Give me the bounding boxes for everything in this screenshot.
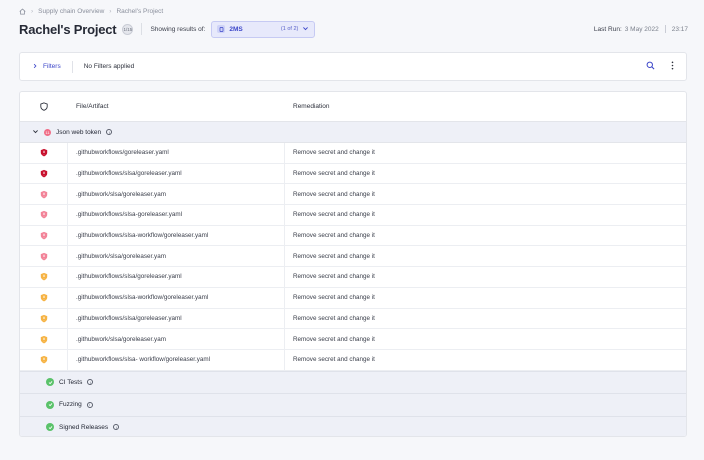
severity-shield-icon bbox=[20, 267, 68, 287]
filters-label: Filters bbox=[43, 63, 61, 70]
remediation-cell: Remove secret and change it bbox=[293, 314, 375, 322]
group-label: Signed Releases bbox=[59, 423, 109, 431]
remediation-cell: Remove secret and change it bbox=[293, 149, 375, 157]
filters-button[interactable]: Filters bbox=[32, 63, 61, 71]
table-row[interactable]: .githubworkflows/goreleaser.yaml Remove s… bbox=[20, 143, 686, 164]
remediation-cell: Remove secret and change it bbox=[293, 211, 375, 219]
remediation-cell: Remove secret and change it bbox=[293, 273, 375, 281]
table-row[interactable]: .githubworkflows/slsa- workflow/goreleas… bbox=[20, 349, 686, 371]
severity-shield-icon bbox=[20, 143, 68, 163]
breadcrumb: › Supply chain Overview › Rachel's Proje… bbox=[19, 8, 163, 15]
check-circle-icon bbox=[46, 423, 54, 432]
shield-header-icon bbox=[20, 102, 68, 111]
file-path-cell[interactable]: .githubworkflows/slsa-workflow/gorelease… bbox=[68, 225, 285, 246]
file-path-cell[interactable]: .githubworkflows/slsa/goreleaser.yaml bbox=[68, 308, 285, 329]
severity-shield-icon bbox=[20, 205, 68, 225]
info-icon[interactable]: i bbox=[86, 401, 93, 408]
breadcrumb-separator: › bbox=[31, 8, 34, 15]
chevron-down-icon bbox=[302, 25, 309, 34]
file-path-cell[interactable]: .githubworkflows/goreleaser.yaml bbox=[68, 143, 285, 163]
table-header: File/Artifact Remediation bbox=[20, 92, 686, 122]
chevron-right-icon bbox=[32, 63, 38, 71]
severity-shield-icon bbox=[20, 308, 68, 329]
group-fuzzing[interactable]: Fuzzing i bbox=[20, 393, 686, 416]
page-title: Rachel's Project bbox=[19, 21, 117, 37]
info-icon[interactable]: i bbox=[113, 424, 120, 431]
group-signed-releases[interactable]: Signed Releases i bbox=[20, 415, 686, 436]
breadcrumb-separator: › bbox=[109, 8, 112, 15]
selector-count: (1 of 2) bbox=[280, 26, 299, 32]
file-path-cell[interactable]: .githubwork/slsa/goreleaser.yam bbox=[68, 184, 285, 205]
check-circle-icon bbox=[46, 400, 54, 409]
group-label: Fuzzing bbox=[59, 401, 82, 409]
table-row[interactable]: .githubworkflows/slsa/goreleaser.yaml Rem… bbox=[20, 308, 686, 330]
severity-shield-icon bbox=[20, 246, 68, 267]
filter-status: No Filters applied bbox=[83, 63, 135, 70]
severity-shield-icon bbox=[20, 329, 68, 349]
table-row[interactable]: .githubwork/slsa/goreleaser.yam Remove se… bbox=[20, 329, 686, 350]
more-options-icon[interactable] bbox=[671, 61, 674, 72]
chevron-down-icon[interactable] bbox=[32, 128, 39, 137]
last-run-date: 3 May 2022 bbox=[624, 25, 659, 33]
results-selector[interactable]: 2MS (1 of 2) bbox=[211, 20, 316, 38]
page-header: Rachel's Project 1/15 Showing results of… bbox=[19, 20, 688, 38]
group-label: CI Tests bbox=[59, 378, 83, 386]
column-header-remediation[interactable]: Remediation bbox=[285, 103, 686, 110]
remediation-cell: Remove secret and change it bbox=[293, 190, 375, 198]
remediation-cell: Remove secret and change it bbox=[293, 335, 375, 343]
showing-label: Showing results of: bbox=[150, 25, 206, 33]
divider bbox=[141, 23, 143, 35]
divider bbox=[664, 25, 666, 33]
severity-shield-icon bbox=[20, 349, 68, 370]
group-label: Json web token bbox=[56, 128, 102, 136]
search-icon[interactable] bbox=[646, 61, 655, 72]
finding-count-badge: 11 bbox=[44, 128, 51, 136]
file-path-cell[interactable]: .githubworkflows/slsa/goreleaser.yaml bbox=[68, 163, 285, 184]
file-path-cell[interactable]: .githubworkflows/slsa-goreleaser.yaml bbox=[68, 205, 285, 225]
column-header-file[interactable]: File/Artifact bbox=[68, 103, 285, 110]
table-row[interactable]: .githubwork/slsa/goreleaser.yam Remove se… bbox=[20, 184, 686, 206]
breadcrumb-item-supply-chain[interactable]: Supply chain Overview bbox=[38, 8, 104, 15]
severity-shield-icon bbox=[20, 184, 68, 205]
file-path-cell[interactable]: .githubworkflows/slsa-workflow/gorelease… bbox=[68, 287, 285, 308]
table-row[interactable]: .githubworkflows/slsa/goreleaser.yaml Rem… bbox=[20, 163, 686, 185]
last-run-label: Last Run: bbox=[593, 25, 622, 33]
table-row[interactable]: .githubworkflows/slsa-workflow/gorelease… bbox=[20, 287, 686, 309]
remediation-cell: Remove secret and change it bbox=[293, 252, 375, 260]
file-path-cell[interactable]: .githubwork/slsa/goreleaser.yam bbox=[68, 246, 285, 267]
table-row[interactable]: .githubworkflows/slsa/goreleaser.yaml Rem… bbox=[20, 267, 686, 288]
check-circle-icon bbox=[46, 378, 54, 387]
severity-shield-icon bbox=[20, 287, 68, 308]
table-row[interactable]: .githubworkflows/slsa-workflow/gorelease… bbox=[20, 225, 686, 247]
info-icon[interactable]: i bbox=[87, 379, 94, 386]
table-row[interactable]: .githubworkflows/slsa-goreleaser.yaml Rem… bbox=[20, 205, 686, 226]
remediation-cell: Remove secret and change it bbox=[293, 170, 375, 178]
filter-bar: Filters No Filters applied bbox=[19, 52, 687, 81]
selector-value: 2MS bbox=[229, 25, 243, 33]
severity-shield-icon bbox=[20, 163, 68, 184]
findings-table: File/Artifact Remediation 11 Json web to… bbox=[19, 91, 687, 437]
last-run-time: 23:17 bbox=[671, 25, 688, 33]
remediation-cell: Remove secret and change it bbox=[293, 356, 375, 364]
divider bbox=[71, 60, 73, 73]
file-path-cell[interactable]: .githubworkflows/slsa/goreleaser.yaml bbox=[68, 267, 285, 287]
file-path-cell[interactable]: .githubworkflows/slsa- workflow/goreleas… bbox=[68, 349, 285, 370]
remediation-cell: Remove secret and change it bbox=[293, 294, 375, 302]
group-ci-tests[interactable]: CI Tests i bbox=[20, 370, 686, 394]
group-json-web-token[interactable]: 11 Json web token i bbox=[20, 122, 686, 143]
breadcrumb-item-project[interactable]: Rachel's Project bbox=[116, 8, 163, 15]
repo-icon bbox=[217, 25, 226, 33]
remediation-cell: Remove secret and change it bbox=[293, 232, 375, 240]
table-row[interactable]: .githubwork/slsa/goreleaser.yam Remove se… bbox=[20, 246, 686, 268]
home-icon[interactable] bbox=[19, 8, 26, 15]
file-path-cell[interactable]: .githubwork/slsa/goreleaser.yam bbox=[68, 329, 285, 349]
severity-shield-icon bbox=[20, 225, 68, 246]
project-badge[interactable]: 1/15 bbox=[122, 23, 134, 35]
info-icon[interactable]: i bbox=[106, 129, 113, 135]
last-run: Last Run: 3 May 2022 23:17 bbox=[594, 25, 688, 33]
